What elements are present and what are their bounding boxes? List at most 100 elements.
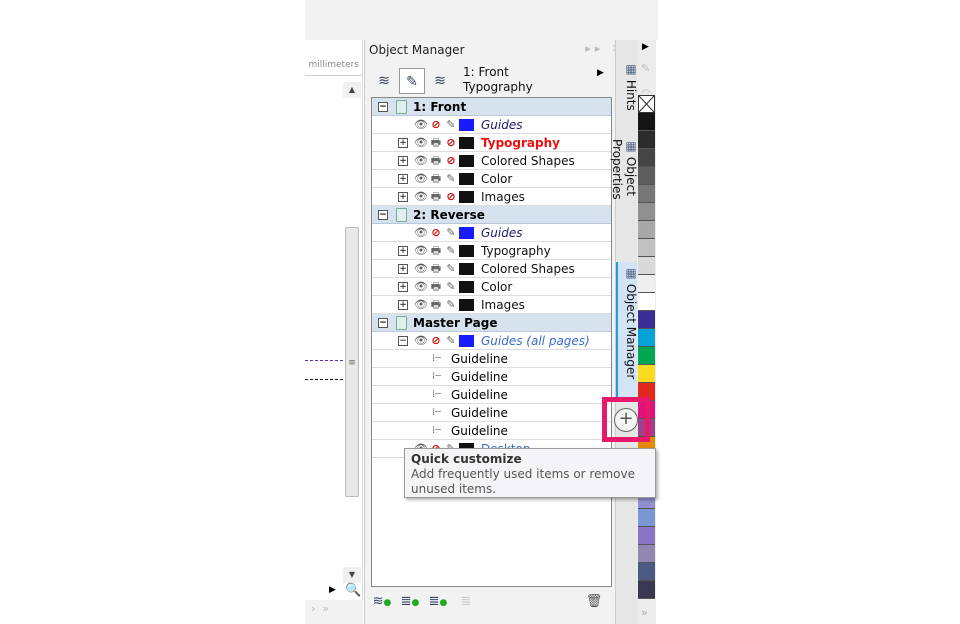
color-swatch[interactable] [638, 131, 655, 149]
layer-color-swatch[interactable] [459, 281, 474, 293]
layer-color-swatch[interactable] [459, 191, 474, 203]
layer-color-swatch[interactable] [459, 119, 474, 131]
color-swatch[interactable] [638, 167, 655, 185]
guideline-row[interactable]: ⁞┄ Guideline [372, 404, 611, 422]
layer-color-swatch[interactable] [459, 263, 474, 275]
color-swatch[interactable] [638, 203, 655, 221]
eye-icon[interactable]: 👁 [414, 190, 428, 204]
zoom-icon[interactable]: 🔍 [345, 583, 361, 598]
locked-edit-icon[interactable]: ⊘ [444, 154, 458, 168]
expand-palette-icon[interactable]: » [641, 606, 648, 619]
printer-icon[interactable]: 🖶 [429, 280, 443, 294]
pencil-icon[interactable]: ✎ [444, 262, 458, 276]
pencil-icon[interactable]: ✎ [444, 334, 458, 348]
plus-circle-icon[interactable]: + [614, 408, 638, 432]
color-swatch[interactable] [638, 563, 655, 581]
color-swatch[interactable] [638, 185, 655, 203]
expand-icon[interactable]: + [398, 282, 408, 292]
eye-icon[interactable]: 👁 [414, 136, 428, 150]
eye-icon[interactable]: 👁 [414, 280, 428, 294]
color-swatch[interactable] [638, 581, 655, 599]
pencil-icon[interactable]: ✎ [444, 172, 458, 186]
layer-color-swatch[interactable] [459, 173, 474, 185]
show-object-properties-icon[interactable]: ≋ [371, 68, 397, 94]
color-swatch[interactable] [638, 365, 655, 383]
pencil-icon[interactable]: ✎ [444, 118, 458, 132]
pencil-icon[interactable]: ✎ [444, 244, 458, 258]
collapse-icon[interactable]: − [378, 318, 388, 328]
color-swatch[interactable] [638, 221, 655, 239]
nav-arrows[interactable]: › » [305, 600, 363, 624]
scroll-down-button[interactable]: ▼ [343, 567, 361, 583]
guideline-row[interactable]: ⁞┄ Guideline [372, 368, 611, 386]
guideline-row[interactable]: ⁞┄ Guideline [372, 422, 611, 440]
tab-object-properties[interactable]: ▦ Object Properties [610, 135, 638, 255]
printer-icon[interactable]: 🖶 [429, 136, 443, 150]
color-swatch[interactable] [638, 275, 655, 293]
eye-icon[interactable]: 👁 [414, 118, 428, 132]
palette-menu-icon[interactable]: ▶ [642, 42, 649, 52]
object-tree[interactable]: −1: Front 👁 ⊘ ✎ Guides + 👁 🖶 ⊘ Typography + 👁 🖶 ⊘ Colo… [371, 97, 612, 587]
scroll-up-icon[interactable]: ︿ [641, 80, 651, 95]
color-swatch[interactable] [638, 113, 655, 131]
play-arrow-icon[interactable]: ▶ [329, 585, 336, 595]
eye-icon[interactable]: 👁 [414, 154, 428, 168]
pencil-icon[interactable]: ✎ [444, 298, 458, 312]
color-swatch[interactable] [638, 545, 655, 563]
pencil-icon[interactable]: ✎ [444, 226, 458, 240]
tab-object-manager[interactable]: ▦ Object Manager [616, 262, 638, 397]
printer-icon[interactable]: 🖶 [429, 244, 443, 258]
eye-icon[interactable]: 👁 [414, 172, 428, 186]
layer-color-swatch[interactable] [459, 245, 474, 257]
printer-icon[interactable]: 🖶 [429, 154, 443, 168]
chevron-right-icon[interactable]: › [311, 602, 315, 615]
collapse-icon[interactable]: − [378, 210, 388, 220]
scroll-thumb[interactable]: ≡ [345, 227, 359, 497]
no-print-icon[interactable]: ⊘ [429, 118, 443, 132]
layer-color-swatch[interactable] [459, 227, 474, 239]
edit-across-layers-icon[interactable]: ✎ [399, 68, 425, 94]
eye-icon[interactable]: 👁 [414, 262, 428, 276]
eye-icon[interactable]: 👁 [414, 226, 428, 240]
layer-color-swatch[interactable] [459, 335, 474, 347]
expand-icon[interactable]: + [398, 174, 408, 184]
collapse-icon[interactable]: − [378, 102, 388, 112]
expand-icon[interactable]: + [398, 300, 408, 310]
eye-icon[interactable]: 👁 [414, 334, 428, 348]
no-print-icon[interactable]: ⊘ [429, 334, 443, 348]
layer-row[interactable]: + 👁 🖶 ✎ Typography [372, 242, 611, 260]
page-row[interactable]: − Master Page [372, 314, 611, 332]
color-swatch[interactable] [638, 149, 655, 167]
color-swatch[interactable] [638, 293, 655, 311]
layer-color-swatch[interactable] [459, 299, 474, 311]
guideline-row[interactable]: ⁞┄ Guideline [372, 386, 611, 404]
new-layer-current-page-icon[interactable]: ≣● [399, 594, 421, 616]
collapse-icon[interactable]: ▸▸ [585, 42, 604, 55]
layer-color-swatch[interactable] [459, 155, 474, 167]
expand-icon[interactable]: + [398, 246, 408, 256]
double-chevron-icon[interactable]: » [322, 602, 329, 615]
layer-color-swatch[interactable] [459, 137, 474, 149]
pencil-icon[interactable]: ✎ [444, 280, 458, 294]
locked-edit-icon[interactable]: ⊘ [444, 136, 458, 150]
eye-icon[interactable]: 👁 [414, 298, 428, 312]
layer-row[interactable]: 👁 ⊘ ✎ Guides [372, 224, 611, 242]
scroll-up-button[interactable]: ▲ [343, 82, 361, 98]
locked-edit-icon[interactable]: ⊘ [444, 190, 458, 204]
color-swatch[interactable] [638, 311, 655, 329]
color-swatch[interactable] [638, 239, 655, 257]
layer-row[interactable]: + 👁 🖶 ⊘ Colored Shapes [372, 152, 611, 170]
collapse-icon[interactable]: − [398, 336, 408, 346]
new-layer-icon[interactable]: ≋● [371, 594, 393, 616]
layer-row[interactable]: + 👁 🖶 ✎ Colored Shapes [372, 260, 611, 278]
layer-row[interactable]: − 👁 ⊘ ✎ Guides (all pages) [372, 332, 611, 350]
layer-row[interactable]: 👁 ⊘ ✎ Guides [372, 116, 611, 134]
no-color-swatch[interactable] [638, 95, 655, 113]
page-row[interactable]: − 2: Reverse [372, 206, 611, 224]
trash-icon[interactable]: 🗑 [583, 594, 605, 616]
vertical-scrollbar[interactable]: ▲ ≡ ▼ [343, 82, 361, 587]
layer-row[interactable]: + 👁 🖶 ✎ Images [372, 296, 611, 314]
color-swatch[interactable] [638, 527, 655, 545]
eyedropper-icon[interactable]: ✎ [641, 62, 650, 75]
color-swatch[interactable] [638, 257, 655, 275]
